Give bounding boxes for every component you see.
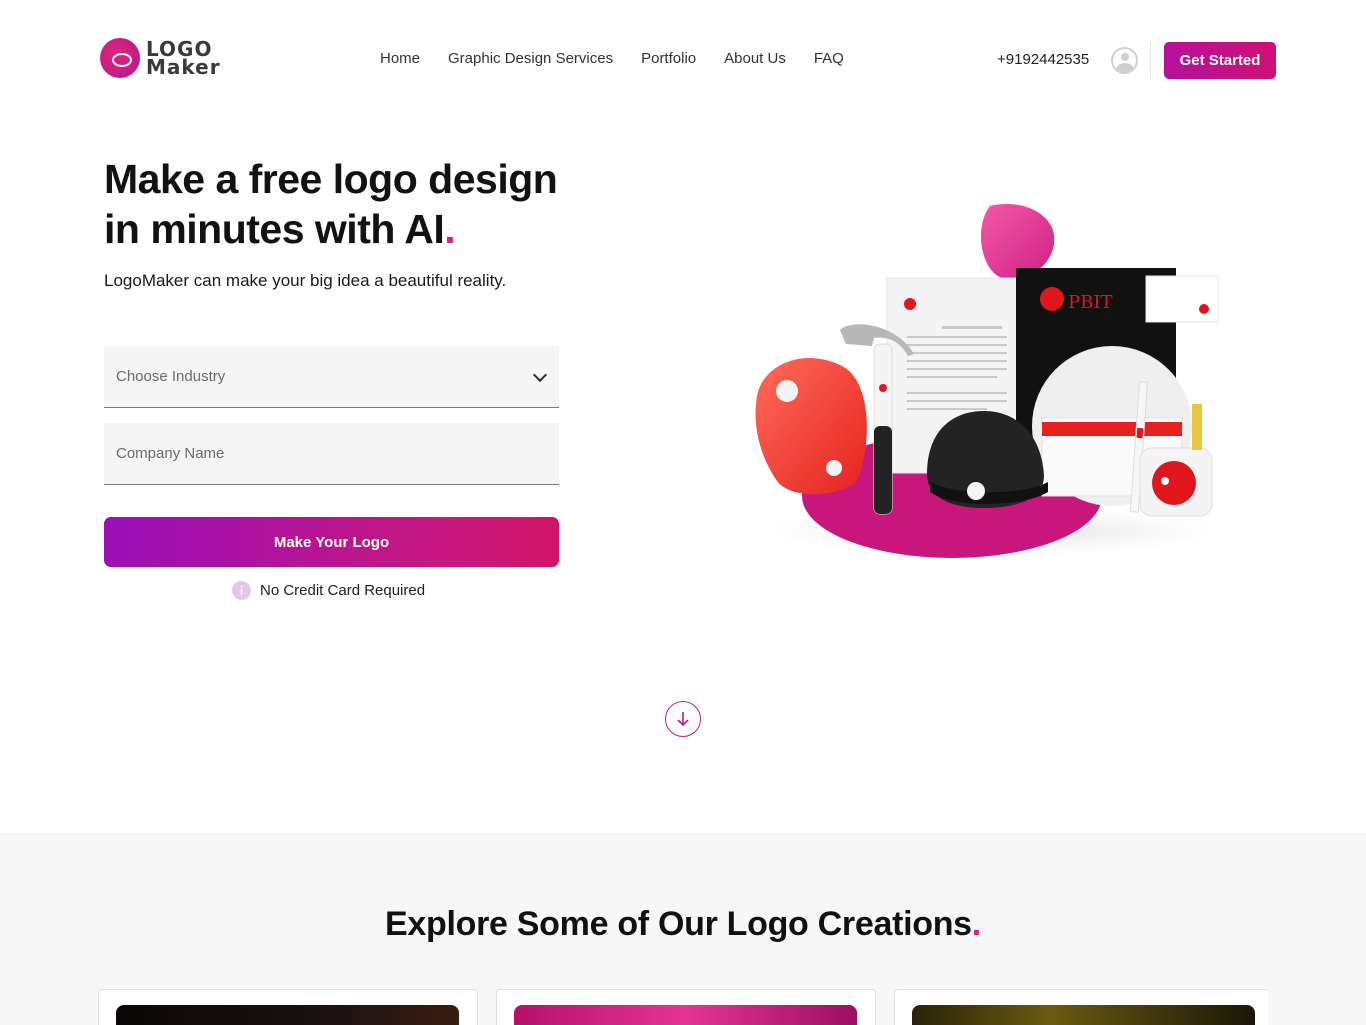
hammer-logo-dot <box>879 384 887 392</box>
nav-home[interactable]: Home <box>380 50 420 67</box>
logo-line-2: Maker <box>146 55 221 79</box>
hammer-grip <box>874 426 892 514</box>
logo-creation-image <box>514 1005 857 1025</box>
tape-measure-dial <box>1152 461 1196 505</box>
explore-section: Explore Some of Our Logo Creations. <box>0 833 1366 1025</box>
header-divider <box>1150 42 1151 78</box>
main-nav: Home Graphic Design Services Portfolio A… <box>380 50 844 67</box>
black-hat-badge <box>967 482 985 500</box>
user-account-icon[interactable] <box>1111 47 1138 74</box>
scroll-down-button[interactable] <box>665 701 701 737</box>
hero-title: Make a free logo design in minutes with … <box>104 154 624 254</box>
pen-clip <box>1136 427 1144 439</box>
red-hat-badge-2 <box>826 460 842 476</box>
envelope-stripe <box>1042 422 1182 436</box>
tape-measure-tape <box>1192 404 1202 450</box>
hero-title-line-2: in minutes with AI <box>104 206 445 252</box>
info-icon: i <box>232 581 251 600</box>
nav-about-us[interactable]: About Us <box>724 50 786 67</box>
nav-faq[interactable]: FAQ <box>814 50 844 67</box>
logo-creation-image <box>116 1005 459 1025</box>
no-credit-card-note: i No Credit Card Required <box>232 581 425 600</box>
logo-creation-card[interactable] <box>496 989 876 1025</box>
card-logo-dot <box>1199 304 1209 314</box>
brand-mockup-illustration: PBIT <box>722 203 1262 561</box>
site-logo[interactable]: LOGO Maker <box>100 38 221 78</box>
logo-wordmark: LOGO Maker <box>146 39 221 79</box>
explore-title: Explore Some of Our Logo Creations. <box>0 905 1366 944</box>
phone-number[interactable]: +9192442535 <box>997 51 1089 68</box>
tape-measure-dot <box>1161 477 1169 485</box>
folder-logo <box>1040 287 1064 311</box>
arrow-down-icon <box>677 712 689 727</box>
industry-select-placeholder: Choose Industry <box>116 368 226 385</box>
chevron-down-icon <box>532 367 548 383</box>
get-started-button[interactable]: Get Started <box>1164 42 1276 79</box>
business-card <box>1145 275 1219 323</box>
industry-select[interactable]: Choose Industry <box>104 346 559 408</box>
company-name-input[interactable] <box>104 423 559 484</box>
hero-title-dot: . <box>444 206 456 252</box>
explore-title-dot: . <box>971 905 981 943</box>
red-hard-hat <box>755 357 867 495</box>
nav-graphic-design-services[interactable]: Graphic Design Services <box>448 50 613 67</box>
make-your-logo-button[interactable]: Make Your Logo <box>104 517 559 567</box>
site-header: LOGO Maker Home Graphic Design Services … <box>0 0 1366 120</box>
nav-portfolio[interactable]: Portfolio <box>641 50 696 67</box>
no-credit-card-text: No Credit Card Required <box>260 582 426 599</box>
explore-title-text: Explore Some of Our Logo Creations <box>385 905 972 943</box>
hero-title-line-1: Make a free logo design <box>104 156 558 202</box>
company-name-field[interactable] <box>104 423 559 485</box>
logo-creation-card[interactable] <box>98 989 478 1025</box>
folder-brand-text: PBIT <box>1068 292 1112 313</box>
logo-creation-card[interactable] <box>894 989 1268 1025</box>
letterhead-logo <box>904 298 916 310</box>
logo-mark-icon <box>100 38 140 78</box>
logo-creation-image <box>912 1005 1255 1025</box>
red-hat-badge <box>776 380 798 402</box>
hero-subtitle: LogoMaker can make your big idea a beaut… <box>104 271 507 290</box>
